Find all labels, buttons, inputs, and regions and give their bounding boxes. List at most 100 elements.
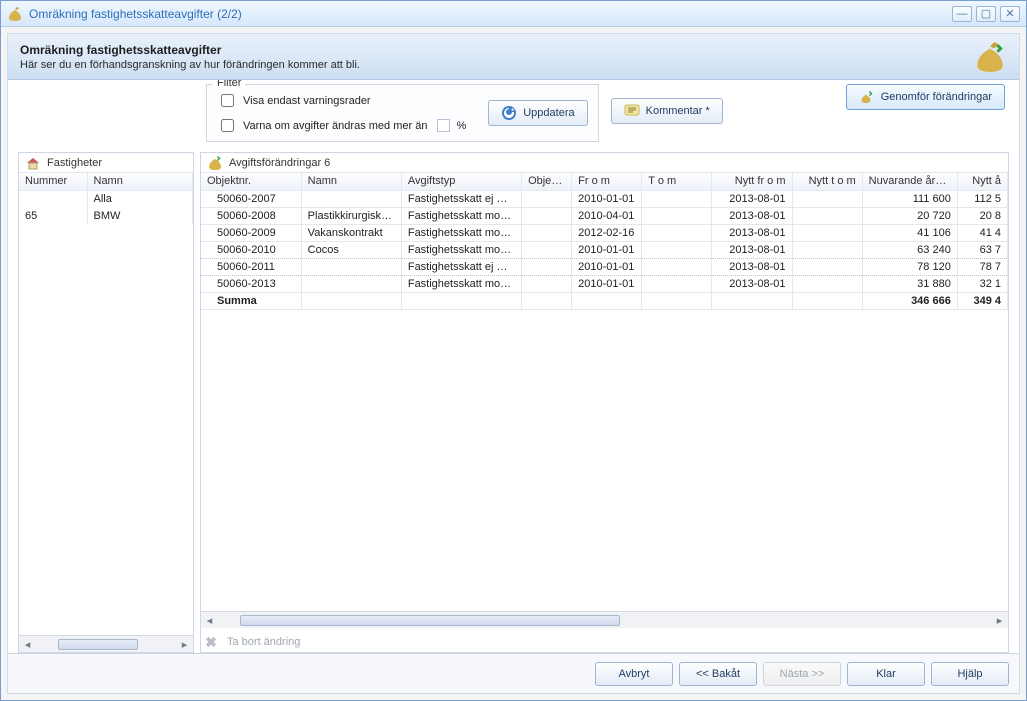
- threshold-input[interactable]: [437, 119, 450, 132]
- money-bag-icon: [7, 6, 23, 22]
- scroll-thumb[interactable]: [58, 639, 138, 650]
- check-warn-threshold-input[interactable]: [221, 119, 234, 132]
- col-newy[interactable]: Nytt å: [957, 173, 1007, 190]
- col-name[interactable]: Namn: [87, 173, 193, 190]
- help-button[interactable]: Hjälp: [931, 662, 1009, 686]
- cell-newy: 32 1: [957, 275, 1007, 292]
- table-row[interactable]: 50060-2013Fastighetsskatt mom...2010-01-…: [201, 275, 1008, 292]
- col-newfrom[interactable]: Nytt fr o m: [712, 173, 792, 190]
- cell-newfrom: 2013-08-01: [712, 258, 792, 275]
- cell-objk: [522, 241, 572, 258]
- col-objk[interactable]: Objek...: [522, 173, 572, 190]
- comment-icon: [624, 103, 640, 119]
- update-button[interactable]: Uppdatera: [488, 100, 587, 126]
- changes-grid[interactable]: Objektnr. Namn Avgiftstyp Objek... Fr o …: [201, 173, 1008, 611]
- check-show-warnings-label: Visa endast varningsrader: [243, 95, 371, 107]
- table-row[interactable]: 50060-2008Plastikkirurgiska ...Fastighet…: [201, 207, 1008, 224]
- col-current[interactable]: Nuvarande årsb...: [862, 173, 957, 190]
- remove-change-row: ✖ Ta bort ändring: [201, 628, 1008, 652]
- col-objnr[interactable]: Objektnr.: [201, 173, 301, 190]
- cell-newfrom: 2013-08-01: [712, 190, 792, 207]
- col-tom[interactable]: T o m: [642, 173, 712, 190]
- cell-objnr: 50060-2007: [201, 190, 301, 207]
- client-area: Omräkning fastighetsskatteavgifter Här s…: [7, 33, 1020, 694]
- cell-objk: [522, 190, 572, 207]
- table-row[interactable]: 50060-2010CocosFastighetsskatt mom...201…: [201, 241, 1008, 258]
- changes-hscroll[interactable]: ◂ ▸: [201, 611, 1008, 628]
- properties-hscroll[interactable]: ◂ ▸: [19, 635, 193, 652]
- check-show-warnings[interactable]: Visa endast varningsrader: [217, 91, 466, 110]
- done-button[interactable]: Klar: [847, 662, 925, 686]
- cell-newy: 78 7: [957, 258, 1007, 275]
- cell-name: [301, 275, 401, 292]
- cancel-button[interactable]: Avbryt: [595, 662, 673, 686]
- cell-name: [301, 258, 401, 275]
- cell-name: Plastikkirurgiska ...: [301, 207, 401, 224]
- cell-name: Vakanskontrakt: [301, 224, 401, 241]
- col-type[interactable]: Avgiftstyp: [401, 173, 521, 190]
- cell-tom: [642, 190, 712, 207]
- cell-objk: [522, 207, 572, 224]
- cell-current: 41 106: [862, 224, 957, 241]
- col-newtom[interactable]: Nytt t o m: [792, 173, 862, 190]
- cell-tom: [642, 241, 712, 258]
- close-button[interactable]: ✕: [1000, 6, 1020, 22]
- cell-name: Cocos: [301, 241, 401, 258]
- cell-type: Fastighetsskatt mom...: [401, 241, 521, 258]
- cell-number: [19, 190, 87, 207]
- cell-summary-label: Summa: [201, 292, 301, 309]
- col-from[interactable]: Fr o m: [572, 173, 642, 190]
- cell-newtom: [792, 224, 862, 241]
- cancel-label: Avbryt: [619, 668, 650, 680]
- table-row[interactable]: 65BMW: [19, 207, 193, 224]
- scroll-left-icon[interactable]: ◂: [201, 612, 218, 629]
- cell-objnr: 50060-2009: [201, 224, 301, 241]
- remove-change-label[interactable]: Ta bort ändring: [227, 636, 300, 648]
- maximize-button[interactable]: ▢: [976, 6, 996, 22]
- next-button: Nästa >>: [763, 662, 841, 686]
- comment-button[interactable]: Kommentar *: [611, 98, 723, 124]
- cell-from: 2010-01-01: [572, 258, 642, 275]
- cell-current: 111 600: [862, 190, 957, 207]
- cell-newfrom: 2013-08-01: [712, 241, 792, 258]
- refresh-icon: [501, 105, 517, 121]
- remove-icon: ✖: [203, 634, 219, 650]
- cell-type: Fastighetsskatt ej mo...: [401, 258, 521, 275]
- commit-button[interactable]: Genomför förändringar: [846, 84, 1005, 110]
- cell-tom: [642, 275, 712, 292]
- cell-objnr: 50060-2011: [201, 258, 301, 275]
- table-row[interactable]: Alla: [19, 190, 193, 207]
- next-label: Nästa >>: [780, 668, 825, 680]
- scroll-right-icon[interactable]: ▸: [991, 612, 1008, 629]
- properties-grid[interactable]: Nummer Namn Alla65BMW: [19, 173, 193, 635]
- work-area: Filter Visa endast varningsrader Varna o…: [8, 80, 1019, 653]
- cell-newy: 20 8: [957, 207, 1007, 224]
- cell-summary-current: 346 666: [862, 292, 957, 309]
- cell-current: 78 120: [862, 258, 957, 275]
- minimize-button[interactable]: —: [952, 6, 972, 22]
- table-row[interactable]: 50060-2009VakanskontraktFastighetsskatt …: [201, 224, 1008, 241]
- cell-newy: 112 5: [957, 190, 1007, 207]
- check-show-warnings-input[interactable]: [221, 94, 234, 107]
- col-name2[interactable]: Namn: [301, 173, 401, 190]
- scroll-thumb[interactable]: [240, 615, 620, 626]
- filter-legend: Filter: [213, 80, 245, 89]
- table-row[interactable]: 50060-2007Fastighetsskatt ej mo...2010-0…: [201, 190, 1008, 207]
- banner-heading: Omräkning fastighetsskatteavgifter: [20, 43, 973, 57]
- cell-objnr: 50060-2008: [201, 207, 301, 224]
- changes-panel-title: Avgiftsförändringar 6: [229, 157, 330, 169]
- cell-current: 63 240: [862, 241, 957, 258]
- scroll-right-icon[interactable]: ▸: [176, 636, 193, 653]
- banner: Omräkning fastighetsskatteavgifter Här s…: [8, 34, 1019, 80]
- properties-panel-title: Fastigheter: [47, 157, 102, 169]
- cell-objk: [522, 275, 572, 292]
- back-button[interactable]: << Bakåt: [679, 662, 757, 686]
- table-row[interactable]: 50060-2011 Fastighetsskatt ej mo... 2010-0…: [201, 258, 1008, 275]
- comment-button-label: Kommentar *: [646, 105, 710, 117]
- col-number[interactable]: Nummer: [19, 173, 87, 190]
- top-controls: Filter Visa endast varningsrader Varna o…: [206, 84, 1009, 142]
- properties-panel: Fastigheter Nummer Namn Alla65BMW: [18, 152, 194, 653]
- cell-type: Fastighetsskatt mom...: [401, 207, 521, 224]
- scroll-left-icon[interactable]: ◂: [19, 636, 36, 653]
- check-warn-threshold[interactable]: Varna om avgifter ändras med mer än %: [217, 116, 466, 135]
